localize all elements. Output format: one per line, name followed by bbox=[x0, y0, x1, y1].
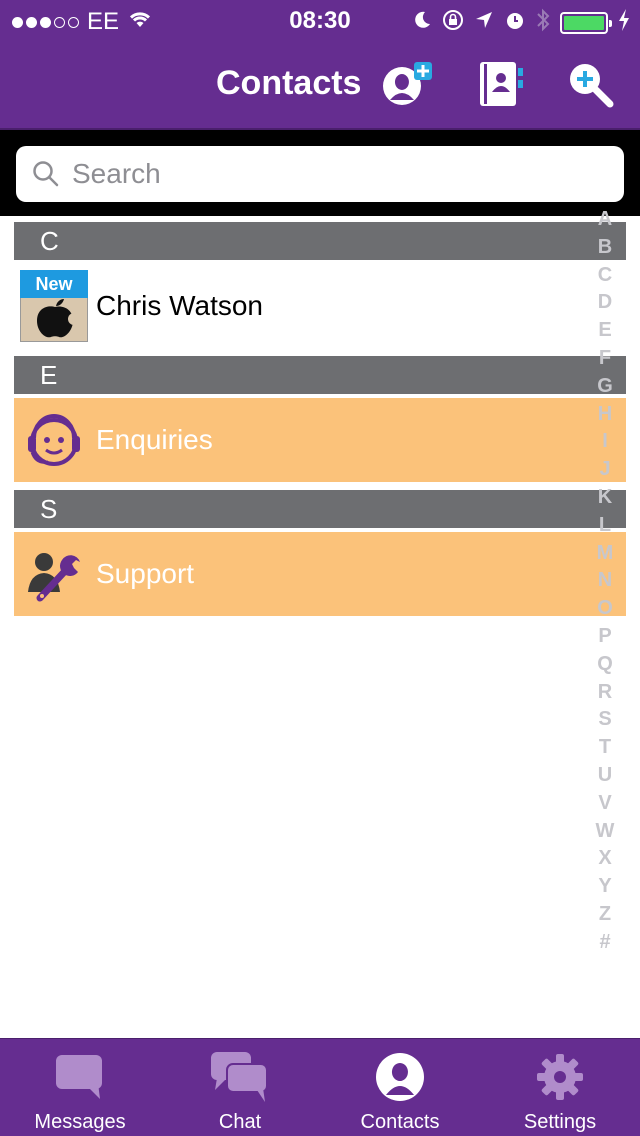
index-letter[interactable]: P bbox=[590, 623, 620, 651]
index-letter[interactable]: A bbox=[590, 206, 620, 234]
tab-label: Settings bbox=[523, 1111, 597, 1133]
tab-messages[interactable]: Messages bbox=[0, 1039, 160, 1136]
index-letter[interactable]: G bbox=[590, 373, 620, 401]
index-letter[interactable]: Y bbox=[590, 873, 620, 901]
tab-bar: Messages Chat Contacts Settings bbox=[0, 1038, 640, 1136]
support-tools-icon bbox=[20, 540, 88, 608]
magnifier-plus-icon bbox=[570, 64, 614, 108]
contact-name: Enquiries bbox=[96, 424, 213, 455]
contact-row-support[interactable]: Support bbox=[14, 532, 626, 616]
tab-label: Messages bbox=[34, 1111, 126, 1133]
index-letter[interactable]: C bbox=[590, 262, 620, 290]
index-letter[interactable]: N bbox=[590, 567, 620, 595]
index-letter[interactable]: J bbox=[590, 456, 620, 484]
headset-agent-icon bbox=[20, 406, 88, 474]
location-arrow-icon bbox=[474, 10, 494, 35]
index-letter[interactable]: F bbox=[590, 345, 620, 373]
status-icons bbox=[412, 8, 630, 37]
search-contacts-button[interactable] bbox=[564, 58, 616, 110]
chat-bubbles-icon bbox=[160, 1049, 320, 1105]
index-letter[interactable]: U bbox=[590, 762, 620, 790]
tab-contacts[interactable]: Contacts bbox=[320, 1039, 480, 1136]
alarm-clock-icon bbox=[504, 9, 526, 36]
charging-bolt-icon bbox=[618, 9, 630, 36]
section-header-c: C bbox=[14, 222, 626, 260]
contact-person-icon bbox=[320, 1049, 480, 1105]
search-bar bbox=[0, 128, 640, 216]
contact-name: Support bbox=[96, 558, 195, 589]
apple-logo-icon bbox=[37, 299, 80, 338]
moon-icon bbox=[412, 10, 432, 35]
index-letter[interactable]: # bbox=[590, 929, 620, 957]
new-badge: New bbox=[20, 270, 88, 298]
tab-chat[interactable]: Chat bbox=[160, 1039, 320, 1136]
navigation-bar: Contacts bbox=[0, 40, 640, 128]
index-letter[interactable]: O bbox=[590, 595, 620, 623]
index-letter[interactable]: D bbox=[590, 289, 620, 317]
index-letter[interactable]: I bbox=[590, 428, 620, 456]
address-book-button[interactable] bbox=[474, 58, 526, 110]
status-bar: EE 08:30 bbox=[0, 0, 640, 40]
search-icon bbox=[32, 160, 60, 188]
contact-avatar: New bbox=[20, 270, 88, 342]
contact-row-enquiries[interactable]: Enquiries bbox=[14, 398, 626, 482]
bluetooth-icon bbox=[536, 8, 550, 37]
index-letter[interactable]: S bbox=[590, 706, 620, 734]
search-field[interactable] bbox=[16, 146, 624, 202]
index-letter[interactable]: T bbox=[590, 734, 620, 762]
battery-icon bbox=[560, 11, 612, 34]
section-header-s: S bbox=[14, 490, 626, 528]
index-letter[interactable]: Q bbox=[590, 651, 620, 679]
index-letter[interactable]: L bbox=[590, 512, 620, 540]
index-letter[interactable]: X bbox=[590, 845, 620, 873]
page-title: Contacts bbox=[216, 64, 362, 102]
gear-icon bbox=[480, 1049, 640, 1105]
section-header-e: E bbox=[14, 356, 626, 394]
index-letter[interactable]: K bbox=[590, 484, 620, 512]
contact-row-chris-watson[interactable]: New Chris Watson bbox=[14, 264, 626, 348]
tab-label: Contacts bbox=[360, 1111, 440, 1133]
index-letter[interactable]: H bbox=[590, 401, 620, 429]
index-letter[interactable]: W bbox=[590, 818, 620, 846]
tab-settings[interactable]: Settings bbox=[480, 1039, 640, 1136]
address-book-icon bbox=[480, 62, 523, 106]
index-letter[interactable]: E bbox=[590, 317, 620, 345]
index-letter[interactable]: M bbox=[590, 540, 620, 568]
search-input[interactable] bbox=[72, 158, 572, 190]
contact-name: Chris Watson bbox=[96, 290, 264, 321]
tab-label: Chat bbox=[218, 1111, 262, 1133]
avatar bbox=[20, 296, 88, 342]
index-letter[interactable]: B bbox=[590, 234, 620, 262]
add-contact-icon bbox=[383, 62, 432, 105]
add-contact-button[interactable] bbox=[380, 58, 432, 110]
index-letter[interactable]: Z bbox=[590, 901, 620, 929]
index-letter[interactable]: V bbox=[590, 790, 620, 818]
rotation-lock-icon bbox=[442, 9, 464, 36]
speech-bubble-icon bbox=[0, 1049, 160, 1105]
alphabet-index[interactable]: A B C D E F G H I J K L M N O P Q R S T U V W X Y Z # bbox=[590, 206, 620, 957]
index-letter[interactable]: R bbox=[590, 679, 620, 707]
